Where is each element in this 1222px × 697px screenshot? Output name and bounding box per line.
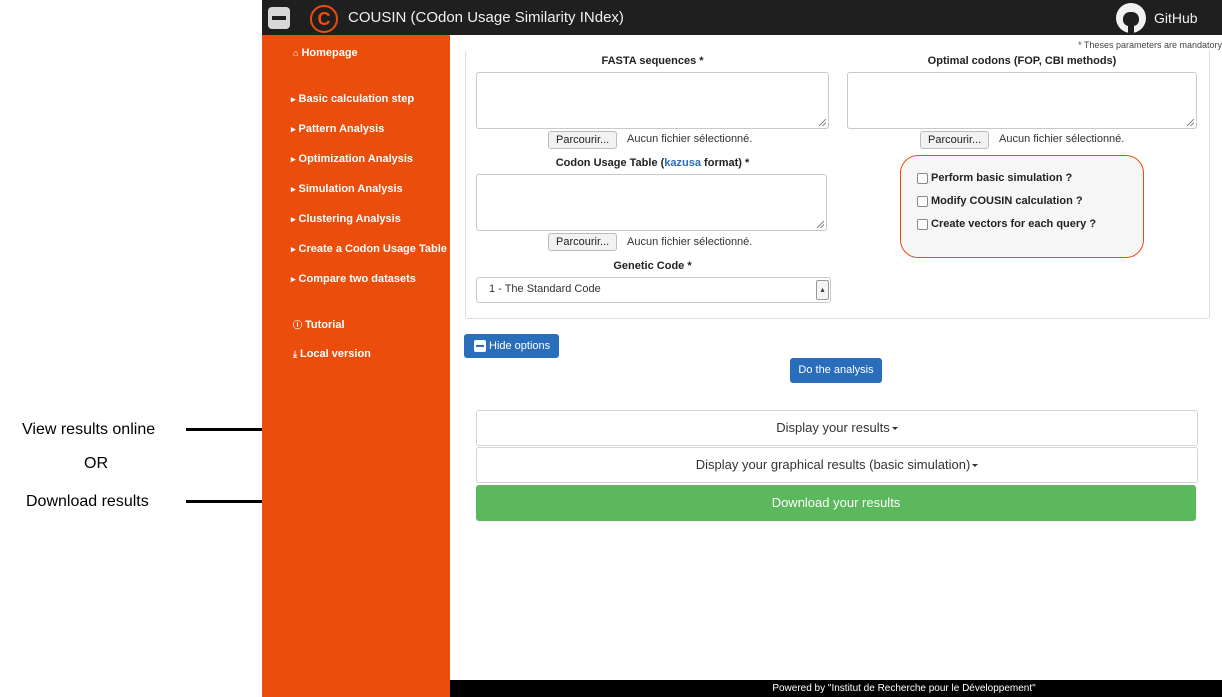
checkbox[interactable] xyxy=(917,195,928,207)
option-modify-cousin[interactable]: Modify COUSIN calculation ? xyxy=(917,195,1083,207)
checkbox[interactable] xyxy=(917,218,928,230)
fasta-file-status: Aucun fichier sélectionné. xyxy=(627,133,753,145)
sidebar-item-clustering-analysis[interactable]: ▸ Clustering Analysis xyxy=(291,213,401,225)
download-icon: ⤓ xyxy=(293,349,297,359)
caret-right-icon: ▸ xyxy=(291,274,296,284)
optimal-codons-label: Optimal codons (FOP, CBI methods) xyxy=(927,55,1117,67)
footer: Powered by "Institut de Recherche pour l… xyxy=(450,680,1222,697)
minus-square-icon xyxy=(474,340,486,352)
checkbox[interactable] xyxy=(917,172,928,184)
app-title: COUSIN (COdon Usage Similarity INdex) xyxy=(348,9,624,26)
sidebar-item-basic-calculation[interactable]: ▸ Basic calculation step xyxy=(291,93,414,105)
fasta-textarea[interactable] xyxy=(476,72,829,129)
sidebar-item-create-codon-usage-table[interactable]: ▸ Create a Codon Usage Table xyxy=(291,243,447,255)
sidebar-item-homepage[interactable]: ⌂ Homepage xyxy=(293,47,358,59)
home-icon: ⌂ xyxy=(293,48,299,58)
kazusa-link[interactable]: kazusa xyxy=(664,157,701,169)
github-link[interactable]: GitHub xyxy=(1154,10,1198,26)
codon-usage-file-status: Aucun fichier sélectionné. xyxy=(627,236,753,248)
optimal-codons-file-status: Aucun fichier sélectionné. xyxy=(999,133,1125,145)
optimal-codons-browse-button[interactable]: Parcourir... xyxy=(920,131,990,149)
caret-right-icon: ▸ xyxy=(291,244,296,254)
annotation-or: OR xyxy=(84,455,108,472)
sidebar-item-compare-datasets[interactable]: ▸ Compare two datasets xyxy=(291,273,416,285)
optimal-codons-textarea[interactable] xyxy=(847,72,1197,129)
display-graphical-results-button[interactable]: Display your graphical results (basic si… xyxy=(476,447,1198,483)
sidebar-item-optimization-analysis[interactable]: ▸ Optimization Analysis xyxy=(291,153,413,165)
select-arrow-icon[interactable]: ▴ xyxy=(816,280,829,300)
caret-right-icon: ▸ xyxy=(291,154,296,164)
github-icon[interactable] xyxy=(1116,3,1146,33)
caret-right-icon: ▸ xyxy=(291,124,296,134)
option-basic-simulation[interactable]: Perform basic simulation ? xyxy=(917,172,1072,184)
sidebar-item-tutorial[interactable]: ⓘ Tutorial xyxy=(293,318,345,331)
genetic-code-label: Genetic Code * xyxy=(613,260,692,272)
info-icon: ⓘ xyxy=(293,320,303,330)
hide-options-button[interactable]: Hide options xyxy=(464,334,559,358)
sidebar-item-simulation-analysis[interactable]: ▸ Simulation Analysis xyxy=(291,183,403,195)
do-analysis-button[interactable]: Do the analysis xyxy=(790,358,882,383)
caret-right-icon: ▸ xyxy=(291,184,296,194)
sidebar-item-pattern-analysis[interactable]: ▸ Pattern Analysis xyxy=(291,123,384,135)
annotation-download: Download results xyxy=(26,493,149,510)
option-create-vectors[interactable]: Create vectors for each query ? xyxy=(917,218,1096,230)
codon-usage-browse-button[interactable]: Parcourir... xyxy=(548,233,618,251)
caret-down-icon xyxy=(972,464,979,468)
annotation-view-online: View results online xyxy=(22,421,156,438)
codon-usage-table-label: Codon Usage Table (kazusa format) * xyxy=(555,157,750,169)
caret-right-icon: ▸ xyxy=(291,94,296,104)
download-results-button[interactable]: Download your results xyxy=(476,485,1196,521)
codon-usage-textarea[interactable] xyxy=(476,174,827,231)
cousin-logo: C xyxy=(310,5,338,33)
mandatory-note: * Theses parameters are mandatory xyxy=(1078,40,1222,50)
caret-down-icon xyxy=(891,427,898,431)
sidebar-item-local-version[interactable]: ⤓ Local version xyxy=(293,348,371,360)
sidebar-toggle-button[interactable] xyxy=(268,7,290,29)
genetic-code-value: 1 - The Standard Code xyxy=(489,283,601,295)
fasta-browse-button[interactable]: Parcourir... xyxy=(548,131,618,149)
caret-right-icon: ▸ xyxy=(291,214,296,224)
fasta-label: FASTA sequences * xyxy=(601,55,704,67)
display-results-button[interactable]: Display your results xyxy=(476,410,1198,446)
